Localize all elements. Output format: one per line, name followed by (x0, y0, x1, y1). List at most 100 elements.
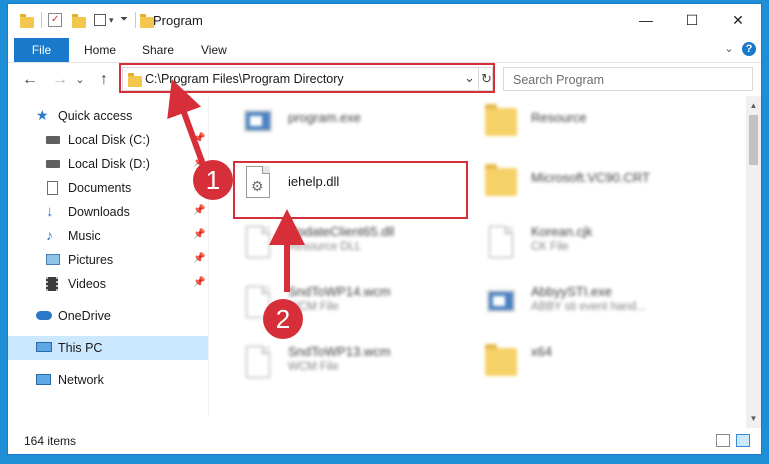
back-button[interactable]: ← (20, 70, 40, 90)
file-item[interactable]: AbbyySTI.exe ABBY sti event hand... (481, 276, 721, 332)
up-button[interactable]: ↑ (94, 70, 114, 90)
tab-share[interactable]: Share (142, 38, 174, 62)
exe-icon (238, 104, 278, 144)
folder-icon (20, 14, 34, 28)
file-name: iehelp.dll (288, 174, 340, 189)
file-name: SndToWP14.wcm (288, 284, 391, 299)
sidebar-item-local-disk-d[interactable]: Local Disk (D:) 📌 (8, 152, 208, 176)
help-icon[interactable]: ? (742, 42, 756, 56)
window-title: Program (153, 13, 203, 28)
file-item[interactable]: program.exe (238, 96, 478, 152)
scroll-down-icon[interactable]: ▼ (746, 411, 761, 426)
tab-file[interactable]: File (14, 38, 69, 62)
file-item-iehelp-dll[interactable]: ⚙ iehelp.dll (238, 156, 478, 212)
sidebar-item-local-disk-c[interactable]: Local Disk (C:) 📌 (8, 128, 208, 152)
folder-icon (481, 164, 521, 204)
document-icon (481, 224, 521, 264)
search-input[interactable] (511, 71, 725, 89)
file-name: Korean.cjk (531, 224, 593, 239)
videos-icon (46, 277, 58, 291)
pane-divider (208, 96, 209, 416)
file-list: program.exe Resource ⚙ iehelp.dll Micros… (218, 96, 748, 416)
star-icon: ★ (36, 107, 49, 123)
music-icon: ♪ (46, 227, 53, 243)
file-item[interactable]: SndToWP13.wcm WCM File (238, 336, 478, 392)
network-icon (36, 374, 51, 385)
sidebar-item-label: Videos (68, 277, 106, 291)
drive-icon (46, 160, 60, 168)
tab-view[interactable]: View (201, 38, 227, 62)
title-bar: ✓ ▾ ⏷ Program — ☐ ✕ (8, 4, 761, 36)
status-bar: 164 items (8, 428, 761, 454)
large-icons-view-icon[interactable] (736, 434, 750, 447)
sidebar-item-videos[interactable]: Videos 📌 (8, 272, 208, 296)
sidebar-item-quick-access[interactable]: ★ Quick access (8, 104, 208, 128)
folder-icon (481, 104, 521, 144)
search-box[interactable] (503, 67, 753, 91)
file-item[interactable]: Korean.cjk CK File (481, 216, 721, 272)
sidebar-item-label: Local Disk (D:) (68, 157, 150, 171)
file-type: Resource DLL (288, 241, 362, 253)
folder-icon (140, 14, 154, 28)
sidebar-item-label: This PC (58, 341, 103, 355)
drive-icon (46, 136, 60, 144)
pin-icon[interactable]: 📌 (193, 133, 205, 144)
separator (478, 68, 479, 90)
address-dropdown-icon[interactable]: ⌄ (464, 70, 475, 86)
chevron-down-icon[interactable]: ▾ (109, 15, 114, 31)
documents-icon (47, 181, 58, 195)
file-name: x64 (531, 344, 552, 359)
sidebar-item-documents[interactable]: Documents 📌 (8, 176, 208, 200)
quick-access-dropdown-icon[interactable]: ⏷ (120, 14, 128, 30)
sidebar-item-network[interactable]: Network (8, 368, 208, 392)
sidebar-item-music[interactable]: ♪ Music 📌 (8, 224, 208, 248)
file-name: program.exe (288, 110, 361, 125)
file-name: Resource (531, 110, 587, 125)
chevron-down-icon[interactable]: ⌄ (722, 42, 736, 56)
close-button[interactable]: ✕ (715, 4, 761, 36)
ribbon-tabs: File Home Share View ⌄ ? (8, 36, 761, 63)
file-name: SndToWP13.wcm (288, 344, 391, 359)
file-name: Microsoft.VC90.CRT (531, 170, 650, 185)
separator (135, 12, 136, 28)
properties-icon[interactable]: ✓ (48, 13, 62, 27)
file-item[interactable]: x64 (481, 336, 721, 392)
file-item[interactable]: Microsoft.VC90.CRT (481, 156, 721, 212)
forward-button[interactable]: → (50, 70, 70, 90)
dll-file-icon: ⚙ (238, 164, 278, 204)
file-name: UpdateClient65.dll (288, 224, 395, 239)
tab-home[interactable]: Home (84, 38, 116, 62)
dll-file-icon (238, 224, 278, 264)
sidebar-item-downloads[interactable]: ↓ Downloads 📌 (8, 200, 208, 224)
file-type: ABBY sti event hand... (531, 301, 646, 313)
address-path[interactable]: C:\Program Files\Program Directory (145, 72, 344, 86)
file-item[interactable]: UpdateClient65.dll Resource DLL (238, 216, 478, 272)
sidebar-item-label: Pictures (68, 253, 114, 267)
pin-icon[interactable]: 📌 (193, 253, 205, 264)
pin-icon[interactable]: 📌 (193, 205, 205, 216)
minimize-button[interactable]: — (623, 4, 669, 36)
sidebar-item-onedrive[interactable]: OneDrive (8, 304, 208, 328)
refresh-icon[interactable]: ↻ (481, 71, 492, 87)
vertical-scrollbar[interactable]: ▲ ▼ (746, 96, 761, 428)
sidebar-item-pictures[interactable]: Pictures 📌 (8, 248, 208, 272)
maximize-button[interactable]: ☐ (669, 4, 715, 36)
sidebar-item-label: Music (68, 229, 101, 243)
callout-2: 2 (263, 299, 303, 339)
details-view-icon[interactable] (716, 434, 730, 447)
pin-icon[interactable]: 📌 (193, 277, 205, 288)
pin-icon[interactable]: 📌 (193, 229, 205, 240)
sidebar-item-this-pc[interactable]: This PC (8, 336, 208, 360)
file-item[interactable]: Resource (481, 96, 721, 152)
scroll-up-icon[interactable]: ▲ (746, 98, 761, 113)
pictures-icon (46, 254, 60, 265)
navigation-bar: ← → ⌄ ↑ ⌄ ↻ C:\Program Files\Program Dir… (8, 64, 761, 96)
scrollbar-thumb[interactable] (749, 115, 758, 165)
file-name: AbbyySTI.exe (531, 284, 612, 299)
document-icon (238, 344, 278, 384)
new-folder-icon[interactable] (72, 14, 86, 28)
customize-toolbar-icon[interactable] (94, 14, 106, 26)
sidebar-item-label: Local Disk (C:) (68, 133, 150, 147)
file-type: WCM File (288, 361, 339, 373)
recent-locations-button[interactable]: ⌄ (74, 70, 86, 90)
